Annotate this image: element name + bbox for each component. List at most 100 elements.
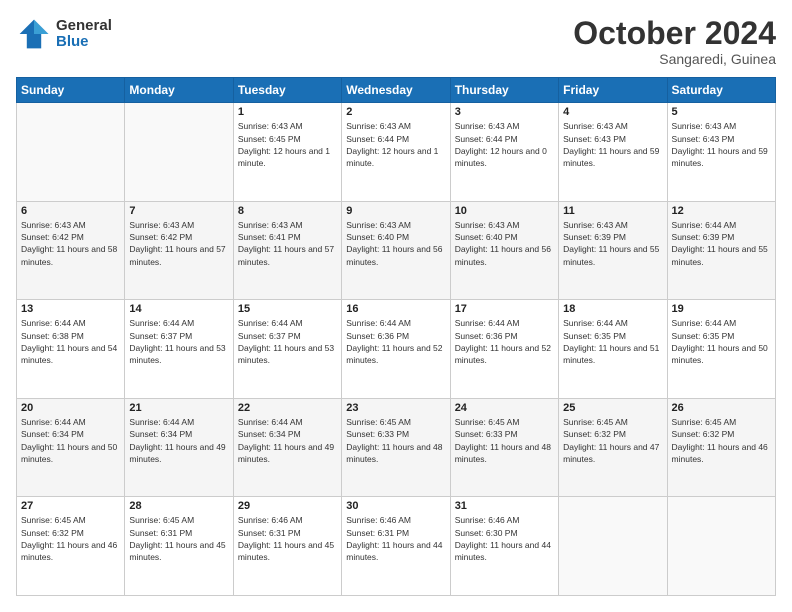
table-row <box>667 497 775 596</box>
table-row: 15Sunrise: 6:44 AMSunset: 6:37 PMDayligh… <box>233 300 341 399</box>
day-info: Sunrise: 6:44 AMSunset: 6:34 PMDaylight:… <box>129 416 228 465</box>
table-row: 21 Sunrise: 6:44 AMSunset: 6:34 PMDayligh… <box>125 398 233 497</box>
day-info: Sunrise: 6:43 AMSunset: 6:42 PMDaylight:… <box>21 219 120 268</box>
day-info: Sunrise: 6:44 AMSunset: 6:37 PMDaylight:… <box>129 317 228 366</box>
day-info: Sunrise: 6:46 AMSunset: 6:31 PMDaylight:… <box>238 514 337 563</box>
day-number: 9 <box>346 205 445 217</box>
day-info: Sunrise: 6:46 AMSunset: 6:30 PMDaylight:… <box>455 514 554 563</box>
day-number: 13 <box>21 303 120 315</box>
table-row: 20Sunrise: 6:44 AMSunset: 6:34 PMDayligh… <box>17 398 125 497</box>
day-number: 8 <box>238 205 337 217</box>
day-info: Sunrise: 6:43 AMSunset: 6:40 PMDaylight:… <box>455 219 554 268</box>
table-row: 27 Sunrise: 6:45 AMSunset: 6:32 PMDayligh… <box>17 497 125 596</box>
table-row: 19Sunrise: 6:44 AMSunset: 6:35 PMDayligh… <box>667 300 775 399</box>
month-title: October 2024 <box>573 16 776 51</box>
day-info: Sunrise: 6:44 AMSunset: 6:38 PMDaylight:… <box>21 317 120 366</box>
logo-icon <box>16 16 52 52</box>
calendar-table: Sunday Monday Tuesday Wednesday Thursday… <box>16 77 776 596</box>
day-number: 1 <box>238 106 337 118</box>
logo-text-blue: Blue <box>56 34 112 51</box>
day-number: 27 <box>21 500 120 512</box>
location-subtitle: Sangaredi, Guinea <box>573 51 776 67</box>
day-info: Sunrise: 6:43 AMSunset: 6:42 PMDaylight:… <box>129 219 228 268</box>
day-info: Sunrise: 6:43 AMSunset: 6:41 PMDaylight:… <box>238 219 337 268</box>
calendar-header-row: Sunday Monday Tuesday Wednesday Thursday… <box>17 78 776 103</box>
day-number: 4 <box>563 106 662 118</box>
col-tuesday: Tuesday <box>233 78 341 103</box>
day-info: Sunrise: 6:43 AMSunset: 6:43 PMDaylight:… <box>672 120 771 169</box>
day-number: 22 <box>238 402 337 414</box>
day-info: Sunrise: 6:43 AMSunset: 6:43 PMDaylight:… <box>563 120 662 169</box>
day-info: Sunrise: 6:43 AMSunset: 6:44 PMDaylight:… <box>346 120 445 169</box>
day-number: 30 <box>346 500 445 512</box>
day-number: 23 <box>346 402 445 414</box>
day-number: 14 <box>129 303 228 315</box>
day-info: Sunrise: 6:43 AMSunset: 6:39 PMDaylight:… <box>563 219 662 268</box>
day-number: 26 <box>672 402 771 414</box>
day-number: 28 <box>129 500 228 512</box>
day-number: 18 <box>563 303 662 315</box>
day-number: 6 <box>21 205 120 217</box>
day-info: Sunrise: 6:43 AMSunset: 6:44 PMDaylight:… <box>455 120 554 169</box>
calendar-week-row: 13 Sunrise: 6:44 AMSunset: 6:38 PMDayligh… <box>17 300 776 399</box>
day-info: Sunrise: 6:44 AMSunset: 6:36 PMDaylight:… <box>346 317 445 366</box>
table-row: 31Sunrise: 6:46 AMSunset: 6:30 PMDayligh… <box>450 497 558 596</box>
table-row <box>125 103 233 202</box>
day-info: Sunrise: 6:44 AMSunset: 6:39 PMDaylight:… <box>672 219 771 268</box>
col-monday: Monday <box>125 78 233 103</box>
day-number: 11 <box>563 205 662 217</box>
table-row: 28 Sunrise: 6:45 AMSunset: 6:31 PMDayligh… <box>125 497 233 596</box>
table-row: 2 Sunrise: 6:43 AMSunset: 6:44 PMDaylight… <box>342 103 450 202</box>
day-number: 15 <box>238 303 337 315</box>
table-row: 23Sunrise: 6:45 AMSunset: 6:33 PMDayligh… <box>342 398 450 497</box>
table-row: 10Sunrise: 6:43 AMSunset: 6:40 PMDayligh… <box>450 201 558 300</box>
table-row: 9 Sunrise: 6:43 AMSunset: 6:40 PMDaylight… <box>342 201 450 300</box>
table-row: 8 Sunrise: 6:43 AMSunset: 6:41 PMDaylight… <box>233 201 341 300</box>
table-row: 6 Sunrise: 6:43 AMSunset: 6:42 PMDaylight… <box>17 201 125 300</box>
col-friday: Friday <box>559 78 667 103</box>
calendar-week-row: 6 Sunrise: 6:43 AMSunset: 6:42 PMDaylight… <box>17 201 776 300</box>
day-number: 21 <box>129 402 228 414</box>
title-block: October 2024 Sangaredi, Guinea <box>573 16 776 67</box>
table-row <box>559 497 667 596</box>
day-number: 20 <box>21 402 120 414</box>
table-row: 5Sunrise: 6:43 AMSunset: 6:43 PMDaylight… <box>667 103 775 202</box>
table-row: 22Sunrise: 6:44 AMSunset: 6:34 PMDayligh… <box>233 398 341 497</box>
table-row: 11 Sunrise: 6:43 AMSunset: 6:39 PMDayligh… <box>559 201 667 300</box>
day-info: Sunrise: 6:45 AMSunset: 6:31 PMDaylight:… <box>129 514 228 563</box>
table-row: 7 Sunrise: 6:43 AMSunset: 6:42 PMDaylight… <box>125 201 233 300</box>
logo: General Blue <box>16 16 112 52</box>
day-number: 16 <box>346 303 445 315</box>
day-number: 24 <box>455 402 554 414</box>
table-row: 4 Sunrise: 6:43 AMSunset: 6:43 PMDaylight… <box>559 103 667 202</box>
day-number: 2 <box>346 106 445 118</box>
table-row: 29 Sunrise: 6:46 AMSunset: 6:31 PMDayligh… <box>233 497 341 596</box>
day-number: 12 <box>672 205 771 217</box>
col-saturday: Saturday <box>667 78 775 103</box>
table-row: 14 Sunrise: 6:44 AMSunset: 6:37 PMDayligh… <box>125 300 233 399</box>
table-row: 3Sunrise: 6:43 AMSunset: 6:44 PMDaylight… <box>450 103 558 202</box>
day-info: Sunrise: 6:43 AMSunset: 6:40 PMDaylight:… <box>346 219 445 268</box>
day-info: Sunrise: 6:44 AMSunset: 6:35 PMDaylight:… <box>563 317 662 366</box>
day-info: Sunrise: 6:45 AMSunset: 6:32 PMDaylight:… <box>563 416 662 465</box>
day-number: 19 <box>672 303 771 315</box>
day-number: 7 <box>129 205 228 217</box>
day-info: Sunrise: 6:45 AMSunset: 6:32 PMDaylight:… <box>21 514 120 563</box>
day-number: 25 <box>563 402 662 414</box>
table-row: 30 Sunrise: 6:46 AMSunset: 6:31 PMDayligh… <box>342 497 450 596</box>
table-row: 17Sunrise: 6:44 AMSunset: 6:36 PMDayligh… <box>450 300 558 399</box>
day-info: Sunrise: 6:46 AMSunset: 6:31 PMDaylight:… <box>346 514 445 563</box>
calendar-week-row: 20 Sunrise: 6:44 AMSunset: 6:34 PMDayligh… <box>17 398 776 497</box>
logo-text-general: General <box>56 18 112 35</box>
calendar-week-row: 27 Sunrise: 6:45 AMSunset: 6:32 PMDayligh… <box>17 497 776 596</box>
table-row: 12 Sunrise: 6:44 AMSunset: 6:39 PMDayligh… <box>667 201 775 300</box>
table-row: 24Sunrise: 6:45 AMSunset: 6:33 PMDayligh… <box>450 398 558 497</box>
table-row: 25 Sunrise: 6:45 AMSunset: 6:32 PMDayligh… <box>559 398 667 497</box>
day-number: 29 <box>238 500 337 512</box>
table-row <box>17 103 125 202</box>
day-info: Sunrise: 6:44 AMSunset: 6:36 PMDaylight:… <box>455 317 554 366</box>
table-row: 26Sunrise: 6:45 AMSunset: 6:32 PMDayligh… <box>667 398 775 497</box>
col-wednesday: Wednesday <box>342 78 450 103</box>
table-row: 18 Sunrise: 6:44 AMSunset: 6:35 PMDayligh… <box>559 300 667 399</box>
table-row: 16 Sunrise: 6:44 AMSunset: 6:36 PMDayligh… <box>342 300 450 399</box>
